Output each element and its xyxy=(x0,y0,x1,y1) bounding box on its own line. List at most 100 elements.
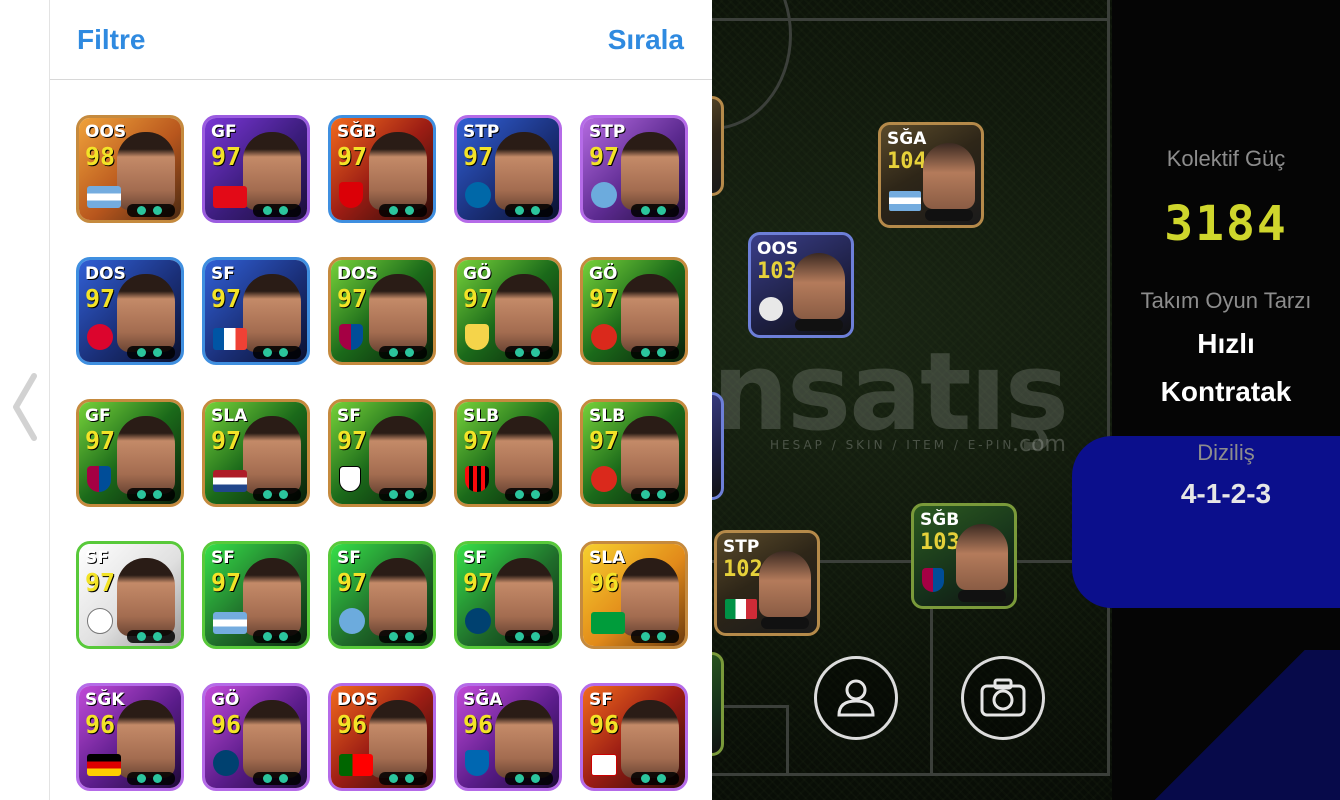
player-card[interactable]: STP 97 xyxy=(454,115,562,223)
position-label: SF xyxy=(211,548,235,568)
overall-rating: 97 xyxy=(85,284,116,313)
player-card[interactable]: OOS 98 xyxy=(76,115,184,223)
player-portrait xyxy=(117,558,175,636)
overall-rating: 97 xyxy=(211,568,242,597)
player-card[interactable]: SF 96 xyxy=(580,683,688,791)
panel-header: Filtre Sırala xyxy=(50,0,712,80)
skill-chips xyxy=(379,772,427,785)
player-portrait xyxy=(369,416,427,494)
player-portrait xyxy=(369,700,427,778)
skill-chips xyxy=(127,772,175,785)
playstyle-value-line1: Hızlı xyxy=(1197,328,1255,359)
player-portrait xyxy=(621,700,679,778)
overall-rating: 97 xyxy=(337,284,368,313)
player-card[interactable]: SLB 97 xyxy=(580,399,688,507)
player-card[interactable]: SF 97 xyxy=(454,541,562,649)
player-card[interactable]: SĞK 96 xyxy=(76,683,184,791)
pitch-player-card[interactable]: OOS 103 xyxy=(748,232,854,338)
skill-chips xyxy=(127,204,175,217)
back-strip xyxy=(0,0,50,800)
player-card[interactable]: GÖ 97 xyxy=(454,257,562,365)
flag-argentina-icon xyxy=(889,191,921,211)
screenshot-button[interactable] xyxy=(961,656,1045,740)
position-label: DOS xyxy=(85,264,126,284)
position-label: STP xyxy=(723,537,760,557)
skill-chips xyxy=(253,772,301,785)
filter-button[interactable]: Filtre xyxy=(77,24,145,56)
skill-chips xyxy=(505,630,553,643)
watermark-domain: .com xyxy=(1012,432,1066,457)
pitch-player-card[interactable]: STP 102 xyxy=(714,530,820,636)
skill-chips xyxy=(505,346,553,359)
player-portrait xyxy=(495,700,553,778)
position-label: SLB xyxy=(589,406,626,426)
position-label: DOS xyxy=(337,264,378,284)
skill-chips xyxy=(795,319,843,331)
flag-germany-icon xyxy=(87,754,121,776)
player-portrait xyxy=(369,132,427,210)
overall-rating: 96 xyxy=(589,710,620,739)
player-card[interactable]: GÖ 96 xyxy=(202,683,310,791)
skill-chips xyxy=(253,630,301,643)
position-label: GÖ xyxy=(463,264,492,284)
player-portrait xyxy=(621,416,679,494)
club-barcelona-icon xyxy=(339,324,363,350)
player-card[interactable]: SLA 97 xyxy=(202,399,310,507)
flag-argentina-icon xyxy=(213,612,247,634)
overall-rating: 102 xyxy=(723,557,763,582)
player-card[interactable]: GF 97 xyxy=(202,115,310,223)
player-card[interactable]: STP 97 xyxy=(580,115,688,223)
player-card[interactable]: SF 97 xyxy=(202,257,310,365)
overall-rating: 97 xyxy=(589,284,620,313)
overall-rating: 97 xyxy=(463,284,494,313)
club-city-icon xyxy=(591,182,617,208)
position-label: SĞA xyxy=(887,129,927,149)
overall-rating: 98 xyxy=(85,142,116,171)
chevron-left-icon[interactable] xyxy=(6,372,42,442)
club-santos-icon xyxy=(339,466,361,492)
formation-value: 4-1-2-3 xyxy=(1180,478,1272,509)
sort-button[interactable]: Sırala xyxy=(608,24,684,56)
position-label: OOS xyxy=(757,239,799,259)
club-city-icon xyxy=(339,608,365,634)
skill-chips xyxy=(127,630,175,643)
player-portrait xyxy=(243,700,301,778)
player-card[interactable]: SF 97 xyxy=(328,541,436,649)
player-portrait xyxy=(495,558,553,636)
flag-netherlands-icon xyxy=(213,470,247,492)
playstyle-value-line2: Kontratak xyxy=(1160,376,1292,407)
player-card[interactable]: SĞB 97 xyxy=(328,115,436,223)
player-card[interactable]: DOS 97 xyxy=(76,257,184,365)
club-real-icon xyxy=(87,608,113,634)
player-card[interactable]: SF 97 xyxy=(76,541,184,649)
player-card[interactable]: GÖ 97 xyxy=(580,257,688,365)
position-label: OOS xyxy=(85,122,127,142)
person-icon xyxy=(837,679,875,717)
position-label: GF xyxy=(85,406,111,426)
club-galaxy-icon xyxy=(465,324,489,350)
flag-portugal-icon xyxy=(339,754,373,776)
skill-chips xyxy=(505,488,553,501)
player-card[interactable]: SF 97 xyxy=(328,399,436,507)
club-psg-icon xyxy=(465,608,491,634)
player-card[interactable]: DOS 96 xyxy=(328,683,436,791)
overall-rating: 96 xyxy=(589,568,620,597)
player-portrait xyxy=(243,558,301,636)
player-portrait xyxy=(956,524,1008,590)
player-card[interactable]: SĞA 96 xyxy=(454,683,562,791)
player-card[interactable]: DOS 97 xyxy=(328,257,436,365)
player-portrait xyxy=(369,558,427,636)
player-card[interactable]: SLA 96 xyxy=(580,541,688,649)
collective-power-value: 3184 xyxy=(1164,196,1288,252)
pitch-player-card[interactable]: SĞA 104 xyxy=(878,122,984,228)
player-portrait xyxy=(621,132,679,210)
player-portrait xyxy=(621,558,679,636)
player-card[interactable]: SLB 97 xyxy=(454,399,562,507)
pitch-player-card[interactable]: SĞB 103 xyxy=(911,503,1017,609)
player-card[interactable]: GF 97 xyxy=(76,399,184,507)
player-card[interactable]: SF 97 xyxy=(202,541,310,649)
position-label: SĞA xyxy=(463,690,503,710)
pitch-line xyxy=(786,705,789,775)
player-profile-button[interactable] xyxy=(814,656,898,740)
club-barcelona-icon xyxy=(922,568,944,592)
